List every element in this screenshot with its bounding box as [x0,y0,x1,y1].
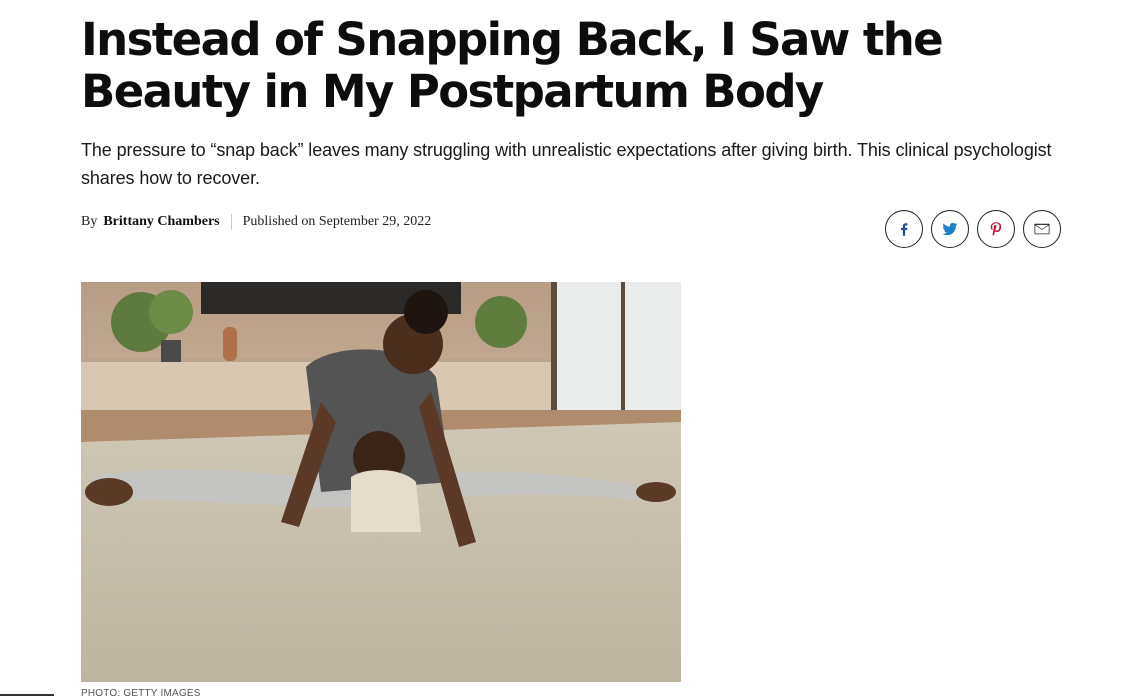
byline-divider [230,214,232,230]
share-facebook-button[interactable] [885,210,923,248]
twitter-icon [942,222,958,236]
email-icon [1034,223,1050,235]
article-dek: The pressure to “snap back” leaves many … [81,140,1052,188]
share-email-button[interactable] [1023,210,1061,248]
publish-date: Published on September 29, 2022 [242,214,432,229]
facebook-icon [901,223,908,236]
share-pinterest-button[interactable] [977,210,1015,248]
hero-photo [81,282,681,682]
share-twitter-button[interactable] [931,210,969,248]
article-headline: Instead of Snapping Back, I Saw the Beau… [81,13,944,118]
image-credit: PHOTO: GETTY IMAGES [81,688,201,699]
share-bar [885,210,1061,248]
byline: By Brittany Chambers Published on Septem… [81,214,431,230]
pinterest-icon [990,222,1002,236]
author-link[interactable]: Brittany Chambers [103,214,219,230]
hero-image [81,282,681,682]
byline-prefix: By [81,214,98,229]
